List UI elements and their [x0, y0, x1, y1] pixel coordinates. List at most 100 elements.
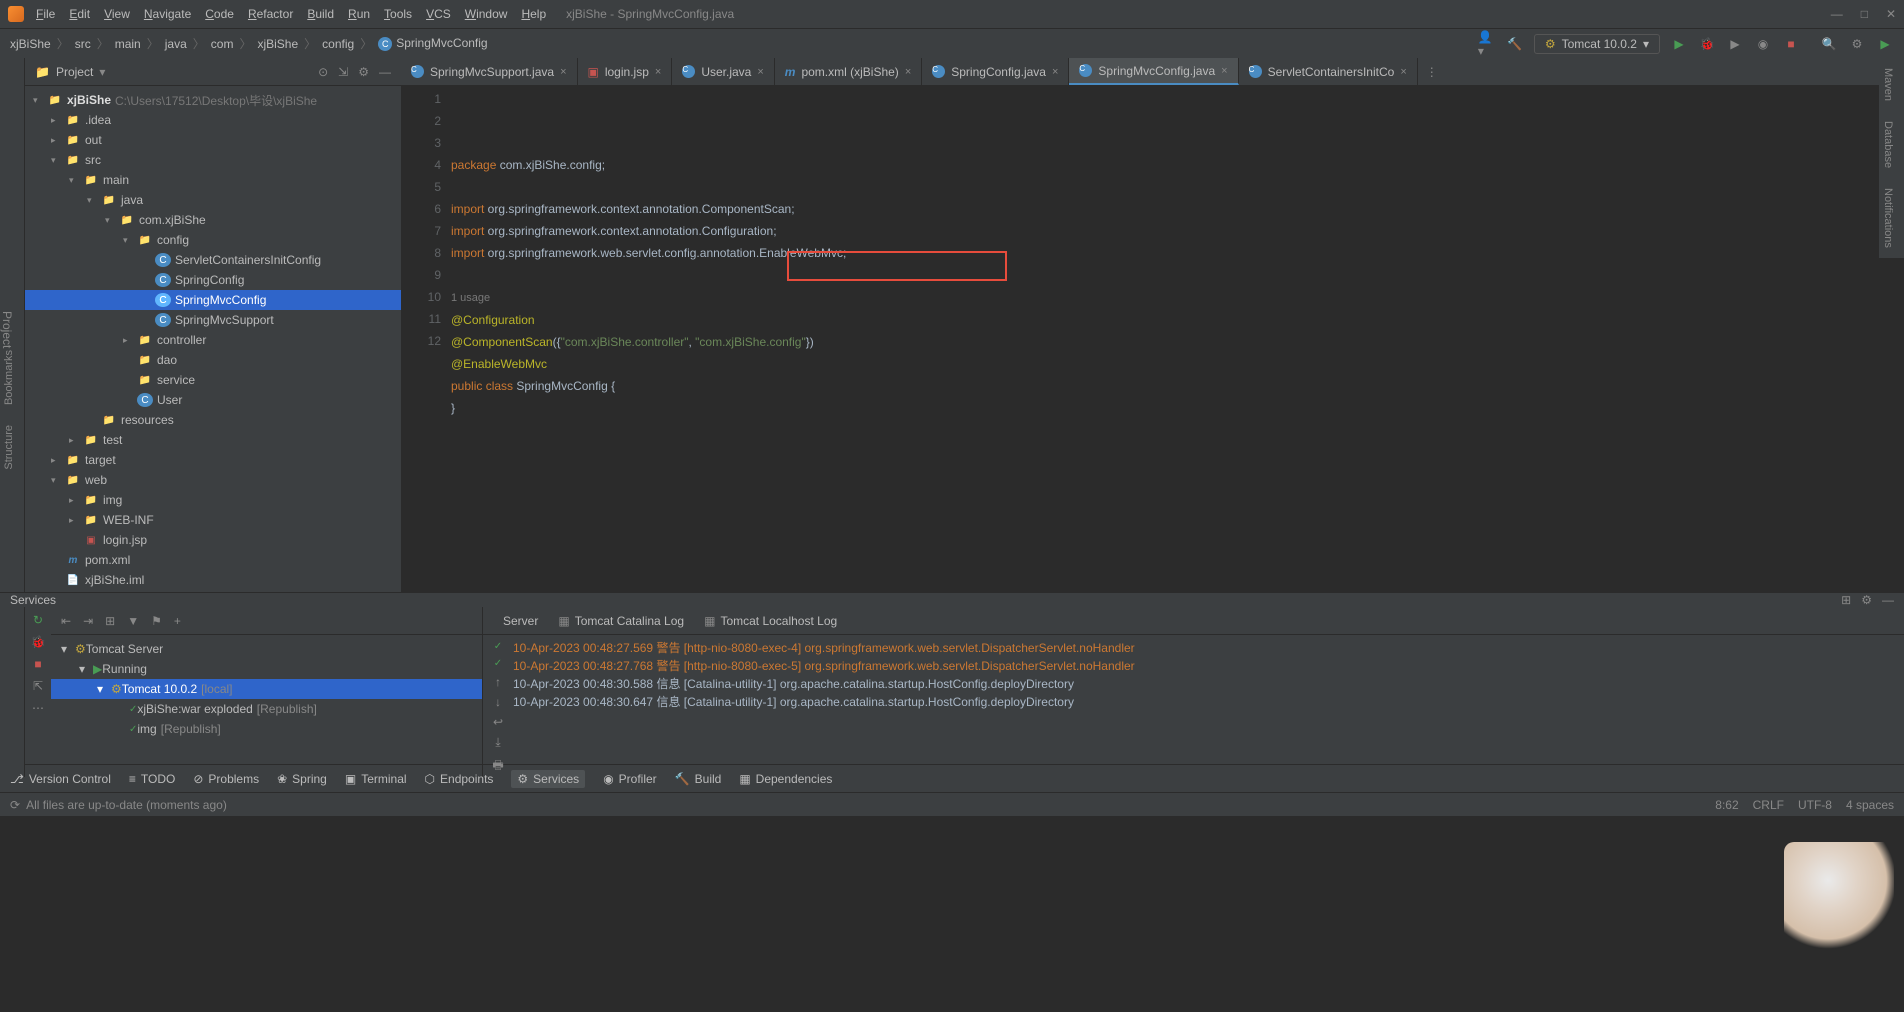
menu-vcs[interactable]: VCS [426, 7, 451, 21]
close-icon[interactable]: × [560, 66, 566, 78]
right-tab-notifications[interactable]: Notifications [1879, 178, 1897, 258]
tree-item-out[interactable]: ▸📁out [25, 130, 401, 150]
editor-tab[interactable]: ▣login.jsp× [578, 58, 673, 85]
menu-file[interactable]: File [36, 7, 55, 21]
left-tab-structure[interactable]: Structure [0, 415, 18, 480]
tree-item-login-jsp[interactable]: ▣login.jsp [25, 530, 401, 550]
menu-build[interactable]: Build [307, 7, 334, 21]
bottom-tab-build[interactable]: 🔨Build [675, 772, 722, 786]
tree-item-main[interactable]: ▾📁main [25, 170, 401, 190]
hide-icon[interactable]: — [1882, 593, 1894, 607]
menu-tools[interactable]: Tools [384, 7, 412, 21]
console-tab[interactable]: ▦Tomcat Localhost Log [704, 614, 837, 628]
bottom-tab-endpoints[interactable]: ⬡Endpoints [425, 772, 494, 786]
code-content[interactable]: package com.xjBiShe.config; import org.s… [451, 86, 1904, 592]
editor-tab[interactable]: CSpringMvcConfig.java× [1069, 58, 1238, 85]
bottom-tab-spring[interactable]: ❀Spring [277, 772, 327, 786]
tree-item-springmvcsupport[interactable]: CSpringMvcSupport [25, 310, 401, 330]
status-item[interactable]: CRLF [1753, 798, 1784, 812]
chevron-down-icon[interactable]: ▾ [99, 65, 105, 79]
tabs-more[interactable]: ⋮ [1418, 58, 1446, 85]
breadcrumb-item[interactable]: xjBiShe [10, 37, 51, 51]
gear-icon[interactable]: ⚙ [1848, 35, 1866, 53]
breadcrumb-item[interactable]: config [322, 37, 354, 51]
project-tree[interactable]: ▾📁xjBiSheC:\Users\17512\Desktop\毕设\xjBiS… [25, 86, 401, 592]
play-icon[interactable]: ▶ [1876, 35, 1894, 53]
user-icon[interactable]: 👤▾ [1478, 35, 1496, 53]
more-icon[interactable]: ⋯ [32, 701, 44, 715]
status-item[interactable]: 4 spaces [1846, 798, 1894, 812]
close-icon[interactable]: × [655, 66, 661, 78]
editor-tab[interactable]: CSpringConfig.java× [922, 58, 1069, 85]
breadcrumb-item[interactable]: src [75, 37, 91, 51]
filter-icon[interactable]: ▼ [127, 614, 139, 628]
menu-navigate[interactable]: Navigate [144, 7, 191, 21]
bottom-tab-dependencies[interactable]: ▦Dependencies [739, 772, 832, 786]
print-icon[interactable]: 🖶 [492, 756, 503, 777]
tree-item-servletcontainersinitconfig[interactable]: CServletContainersInitConfig [25, 250, 401, 270]
stop-button[interactable]: ■ [1782, 35, 1800, 53]
coverage-button[interactable]: ▶ [1726, 35, 1744, 53]
tree-item-com-xjbishe[interactable]: ▾📁com.xjBiShe [25, 210, 401, 230]
gear-icon[interactable]: ⚙ [358, 65, 369, 79]
bottom-tab-problems[interactable]: ⊘Problems [193, 772, 259, 786]
expand-all-icon[interactable]: ⇲ [338, 65, 348, 79]
minimize-button[interactable]: — [1831, 7, 1843, 21]
tree-item-img[interactable]: ▸📁img [25, 490, 401, 510]
console-output[interactable]: 10-Apr-2023 00:48:27.569 警告 [http-nio-80… [513, 635, 1904, 777]
tree-item-springconfig[interactable]: CSpringConfig [25, 270, 401, 290]
breadcrumb[interactable]: xjBiShe〉src〉main〉java〉com〉xjBiShe〉config… [10, 35, 488, 52]
close-icon[interactable]: × [905, 66, 911, 78]
left-tab-bookmarks[interactable]: Bookmarks [0, 340, 18, 415]
status-item[interactable]: 8:62 [1715, 798, 1738, 812]
tree-item-java[interactable]: ▾📁java [25, 190, 401, 210]
close-icon[interactable]: × [1052, 66, 1058, 78]
breadcrumb-item[interactable]: main [115, 37, 141, 51]
tree-item-dao[interactable]: 📁dao [25, 350, 401, 370]
services-tree-item[interactable]: ✓ img[Republish] [51, 719, 482, 739]
tree-item-pom-xml[interactable]: mpom.xml [25, 550, 401, 570]
close-icon[interactable]: × [1221, 65, 1227, 77]
menu-code[interactable]: Code [205, 7, 234, 21]
hammer-icon[interactable]: 🔨 [1506, 35, 1524, 53]
editor-tab[interactable]: CServletContainersInitCo× [1239, 58, 1418, 85]
services-tree-item[interactable]: ▾▶ Running [51, 659, 482, 679]
rerun-icon[interactable]: ↻ [33, 613, 43, 627]
breadcrumb-item[interactable]: xjBiShe [257, 37, 298, 51]
menu-help[interactable]: Help [521, 7, 546, 21]
bottom-tab-terminal[interactable]: ▣Terminal [345, 772, 407, 786]
services-tree-item[interactable]: ✓ xjBiShe:war exploded[Republish] [51, 699, 482, 719]
deploy-icon[interactable]: ⇱ [33, 679, 43, 693]
menu-edit[interactable]: Edit [69, 7, 90, 21]
tree-root[interactable]: ▾📁xjBiSheC:\Users\17512\Desktop\毕设\xjBiS… [25, 90, 401, 110]
close-icon[interactable]: × [1400, 66, 1406, 78]
left-tool-gutter[interactable]: Project [0, 58, 25, 592]
menu-window[interactable]: Window [465, 7, 508, 21]
bottom-tab-todo[interactable]: ≡TODO [129, 772, 175, 786]
bottom-tab-version-control[interactable]: ⎇Version Control [10, 772, 111, 786]
right-tab-maven[interactable]: Maven [1879, 58, 1897, 111]
editor-body[interactable]: 123456789101112 package com.xjBiShe.conf… [401, 86, 1904, 592]
right-tab-database[interactable]: Database [1879, 111, 1897, 178]
services-tree-item[interactable]: ▾⚙ Tomcat 10.0.2[local] [51, 679, 482, 699]
search-icon[interactable]: 🔍 [1820, 35, 1838, 53]
editor-tab[interactable]: CUser.java× [672, 58, 774, 85]
breadcrumb-item[interactable]: com [211, 37, 234, 51]
tree-item-web[interactable]: ▾📁web [25, 470, 401, 490]
status-item[interactable]: UTF-8 [1798, 798, 1832, 812]
add-icon[interactable]: + [174, 614, 181, 628]
tree-item-springmvcconfig[interactable]: CSpringMvcConfig [25, 290, 401, 310]
run-button[interactable]: ▶ [1670, 35, 1688, 53]
expand-icon[interactable]: ⇥ [83, 614, 93, 628]
editor-tab[interactable]: mpom.xml (xjBiShe)× [775, 58, 922, 85]
console-tab[interactable]: Server [503, 614, 538, 628]
services-tree-item[interactable]: ▾⚙ Tomcat Server [51, 639, 482, 659]
breadcrumb-item[interactable]: CSpringMvcConfig [378, 36, 487, 51]
menu-view[interactable]: View [104, 7, 130, 21]
hide-icon[interactable]: — [379, 65, 391, 79]
run-config-selector[interactable]: ⚙ Tomcat 10.0.2 ▾ [1534, 34, 1660, 54]
tree-item-user[interactable]: CUser [25, 390, 401, 410]
collapse-icon[interactable]: ⇤ [61, 614, 71, 628]
debug-icon[interactable]: 🐞 [31, 635, 46, 649]
console-tab[interactable]: ▦Tomcat Catalina Log [558, 614, 684, 628]
